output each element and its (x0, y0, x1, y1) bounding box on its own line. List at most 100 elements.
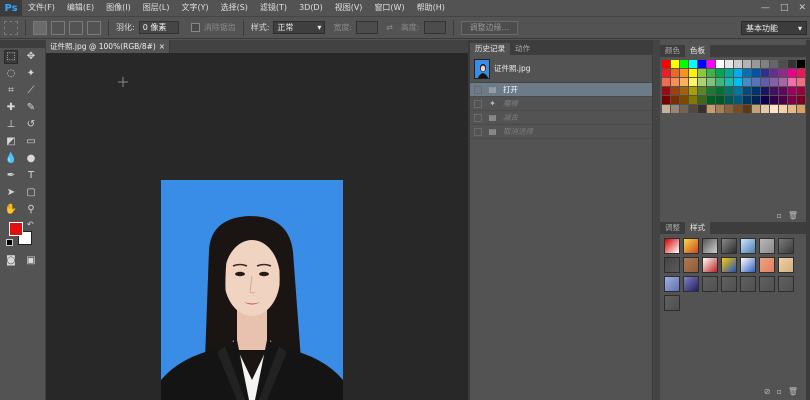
close-tab-icon[interactable]: × (159, 42, 165, 51)
color-swatch[interactable] (734, 60, 742, 68)
id-photo-canvas[interactable] (161, 180, 343, 400)
history-source-checkbox[interactable] (474, 113, 482, 122)
color-swatch[interactable] (752, 96, 760, 104)
move-icon[interactable]: ✥ (24, 50, 38, 64)
color-swatch[interactable] (680, 96, 688, 104)
panel-collapse-bar[interactable] (653, 40, 660, 400)
dark-bevel-icon[interactable] (721, 238, 737, 254)
healing-icon[interactable]: ✚ (4, 101, 18, 115)
gray-box-icon[interactable] (664, 257, 680, 273)
color-swatch[interactable] (662, 96, 670, 104)
color-swatch[interactable] (761, 78, 769, 86)
color-swatch[interactable] (689, 78, 697, 86)
history-step-deselect[interactable]: ▤ 取消选择 (470, 125, 652, 139)
close-button[interactable]: ✕ (798, 3, 806, 13)
color-swatch[interactable] (743, 69, 751, 77)
color-swatch[interactable] (788, 69, 796, 77)
color-swatch[interactable] (698, 78, 706, 86)
color-swatch[interactable] (716, 60, 724, 68)
color-swatch[interactable] (698, 87, 706, 95)
crop-icon[interactable]: ⌗ (4, 84, 18, 98)
history-brush-icon[interactable]: ↺ (24, 118, 38, 132)
red-chrome-icon[interactable] (702, 257, 718, 273)
eyedropper-icon[interactable]: ⟋ (24, 84, 38, 98)
empty-3-icon[interactable] (740, 276, 756, 292)
color-swatch[interactable] (707, 105, 715, 113)
blue-glass-icon[interactable] (740, 238, 756, 254)
color-swatch[interactable] (779, 87, 787, 95)
new-selection-icon[interactable] (33, 20, 47, 35)
color-swatch[interactable] (797, 96, 805, 104)
dark-box-icon[interactable] (778, 238, 794, 254)
empty-6-icon[interactable] (664, 295, 680, 311)
color-swatch[interactable] (743, 105, 751, 113)
color-swatch[interactable] (671, 96, 679, 104)
history-source-checkbox[interactable] (474, 99, 482, 108)
color-swatch[interactable] (662, 78, 670, 86)
trash-icon[interactable]: 🗑 (788, 211, 798, 220)
color-swatch[interactable] (725, 87, 733, 95)
color-swatch[interactable] (770, 60, 778, 68)
color-swatch[interactable] (671, 69, 679, 77)
sand-icon[interactable] (778, 257, 794, 273)
quick-mask-icon[interactable]: ◙ (4, 254, 18, 268)
color-swatch[interactable] (716, 78, 724, 86)
color-swatch[interactable] (671, 105, 679, 113)
dodge-icon[interactable]: ● (24, 152, 38, 166)
color-swatch[interactable] (716, 69, 724, 77)
color-swatch[interactable] (743, 60, 751, 68)
star-style-icon[interactable] (683, 238, 699, 254)
color-swatch[interactable] (716, 105, 724, 113)
type-icon[interactable]: T (24, 169, 38, 183)
menu-3d[interactable]: 3D(D) (293, 0, 329, 16)
lasso-icon[interactable]: ◌ (4, 67, 18, 81)
color-swatch[interactable] (752, 78, 760, 86)
color-swatch[interactable] (752, 87, 760, 95)
color-swatch[interactable] (680, 69, 688, 77)
color-swatch[interactable] (797, 78, 805, 86)
add-selection-icon[interactable] (51, 20, 65, 35)
color-swatch[interactable] (743, 96, 751, 104)
color-swatch[interactable] (662, 69, 670, 77)
feather-input[interactable]: 0 像素 (138, 21, 179, 34)
color-swatch[interactable] (725, 78, 733, 86)
height-input[interactable] (423, 21, 446, 34)
new-style-icon[interactable]: ▫ (776, 387, 781, 396)
maximize-button[interactable]: □ (780, 3, 789, 13)
color-swatch[interactable] (725, 69, 733, 77)
color-swatch[interactable] (797, 87, 805, 95)
color-swatch[interactable] (716, 87, 724, 95)
color-swatch[interactable] (770, 78, 778, 86)
color-swatch[interactable] (779, 69, 787, 77)
refine-edge-button[interactable]: 调整边缘... (460, 20, 519, 35)
zoom-icon[interactable]: ⚲ (24, 203, 38, 217)
blur-icon[interactable]: 💧 (4, 152, 18, 166)
color-swatch[interactable] (689, 60, 697, 68)
menu-type[interactable]: 文字(Y) (175, 0, 214, 16)
color-swatch[interactable] (770, 87, 778, 95)
tab-adjustments[interactable]: 调整 (660, 222, 685, 234)
rect-marquee-icon[interactable]: ⬚ (4, 49, 18, 64)
none-style-icon[interactable] (664, 238, 680, 254)
history-source-checkbox[interactable] (474, 127, 482, 136)
empty-2-icon[interactable] (721, 276, 737, 292)
color-swatch[interactable] (779, 78, 787, 86)
color-swatch[interactable] (779, 96, 787, 104)
color-swatch[interactable] (725, 96, 733, 104)
pen-icon[interactable]: ✒ (4, 169, 18, 183)
color-swatch[interactable] (734, 96, 742, 104)
color-swatch[interactable] (734, 87, 742, 95)
frame-style-icon[interactable] (702, 238, 718, 254)
history-step-magic-wand[interactable]: ✦ 魔棒 (470, 97, 652, 111)
eraser-icon[interactable]: ◩ (4, 135, 18, 149)
hand-icon[interactable]: ✋ (4, 203, 18, 217)
color-swatch[interactable] (707, 96, 715, 104)
color-swatch[interactable] (689, 87, 697, 95)
color-swatch[interactable] (734, 105, 742, 113)
color-swatch[interactable] (788, 87, 796, 95)
color-swatch[interactable] (662, 87, 670, 95)
empty-5-icon[interactable] (778, 276, 794, 292)
color-swatch[interactable] (698, 69, 706, 77)
menu-window[interactable]: 窗口(W) (368, 0, 410, 16)
color-swatch[interactable] (761, 69, 769, 77)
